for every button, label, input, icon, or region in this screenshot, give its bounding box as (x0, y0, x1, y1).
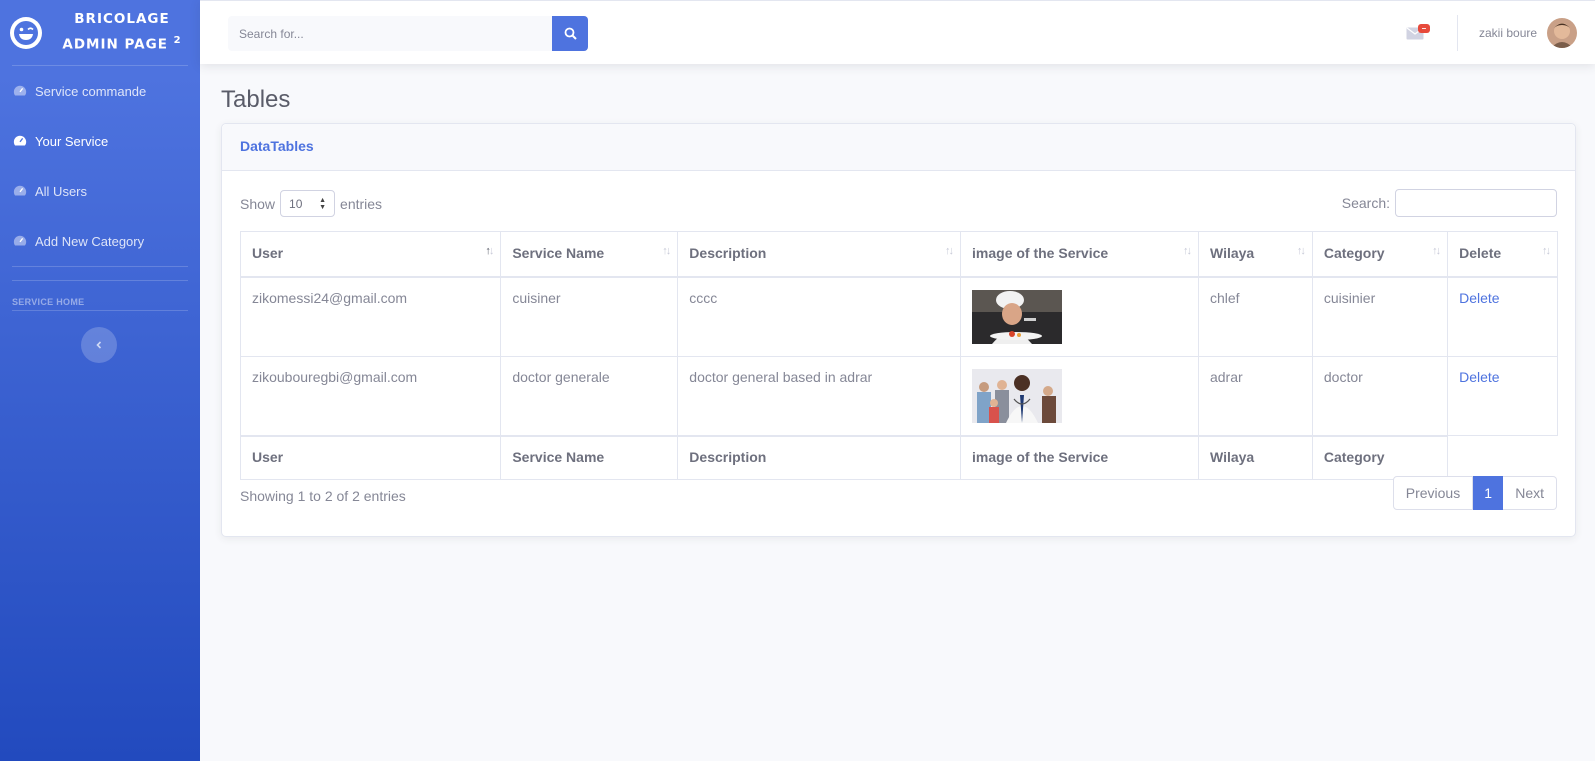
user-name[interactable]: zakii boure (1479, 26, 1537, 40)
sort-icon: ↑↓ (1296, 245, 1306, 257)
cell-wilaya: chlef (1197, 276, 1313, 357)
message-count-badge: – (1418, 24, 1430, 33)
sidebar-item-label: All Users (35, 183, 88, 199)
table-search-control: Search: (1342, 189, 1557, 217)
page-title: Tables (221, 86, 291, 113)
sort-icon: ↑↓ (1542, 245, 1551, 257)
sidebar-item-add-new-category[interactable]: Add New Category (0, 216, 200, 266)
tachometer-icon (13, 135, 27, 146)
sidebar-item-service-commande[interactable]: Service commande (0, 66, 200, 116)
column-header-image[interactable]: image of the Service ↑↓ (960, 231, 1199, 278)
avatar[interactable] (1547, 18, 1577, 48)
cell-wilaya: adrar (1197, 355, 1313, 436)
footer-empty (1447, 435, 1558, 480)
sidebar-heading: SERVICE HOME (12, 297, 85, 307)
cell-delete: Delete (1447, 276, 1558, 357)
card-title: DataTables (240, 138, 314, 154)
tachometer-icon (13, 235, 27, 246)
sort-icon: ↑↓ (662, 245, 671, 257)
sidebar-item-your-service[interactable]: Your Service (0, 116, 200, 166)
sort-icon: ↑↓ (1432, 245, 1441, 257)
footer-service-name: Service Name (500, 434, 679, 480)
footer-category: Category (1311, 434, 1449, 480)
brand[interactable]: BRICOLAGE ADMIN PAGE 2 (0, 0, 200, 65)
entries-select-value: 10 (289, 196, 303, 211)
tachometer-icon (13, 85, 27, 96)
sort-icon: ↑↓ (945, 245, 954, 257)
table-footer-row: User Service Name Description image of t… (239, 434, 1558, 480)
sidebar: BRICOLAGE ADMIN PAGE 2 Service commande … (0, 0, 200, 761)
table-header-row: User ↑↓ Service Name ↑↓ Description ↑↓ imag… (239, 231, 1558, 278)
cell-user: zikoubouregbi@gmail.com (239, 355, 502, 436)
footer-image: image of the Service (960, 434, 1199, 480)
previous-page-button[interactable]: Previous (1392, 476, 1474, 510)
brand-line2: ADMIN PAGE (62, 36, 168, 53)
sidebar-toggle-button[interactable] (81, 327, 117, 363)
select-arrows-icon: ▲ ▼ (319, 197, 327, 211)
cell-service-name: doctor generale (500, 355, 679, 436)
entries-length-control: Show 10 ▲ ▼ entries (240, 190, 382, 217)
sidebar-item-all-users[interactable]: All Users (0, 166, 200, 216)
column-header-user[interactable]: User ↑↓ (239, 231, 502, 278)
column-header-delete[interactable]: Delete ↑↓ (1447, 231, 1558, 278)
sidebar-divider (12, 310, 188, 311)
sort-icon: ↑↓ (485, 245, 494, 257)
table-search-input[interactable] (1395, 189, 1557, 217)
cell-image (960, 276, 1199, 357)
table-row: zikoubouregbi@gmail.com doctor generale … (239, 355, 1558, 436)
entries-select[interactable]: 10 ▲ ▼ (280, 190, 336, 217)
cell-service-name: cuisiner (500, 276, 679, 357)
sort-icon: ↑↓ (1182, 245, 1192, 257)
messages-dropdown[interactable]: – (1406, 24, 1432, 43)
column-header-service-name[interactable]: Service Name ↑↓ (500, 231, 679, 278)
topbar: – zakii boure (200, 0, 1595, 64)
column-header-category[interactable]: Category ↑↓ (1311, 231, 1449, 278)
entries-label: entries (340, 195, 383, 212)
cell-description: doctor general based in adrar (677, 355, 962, 436)
delete-link[interactable]: Delete (1459, 369, 1499, 385)
card-header: DataTables (222, 124, 1575, 171)
datatable-card: DataTables Show 10 ▲ ▼ entries Search: Us… (221, 123, 1576, 537)
pagination: Previous 1 Next (1392, 476, 1557, 510)
footer-user: User (239, 434, 502, 480)
next-page-button[interactable]: Next (1503, 476, 1557, 510)
column-header-description[interactable]: Description ↑↓ (677, 231, 962, 278)
footer-wilaya: Wilaya (1197, 434, 1313, 480)
table-search-label: Search: (1341, 195, 1390, 211)
brand-line1: BRICOLAGE (74, 11, 170, 28)
show-label: Show (240, 195, 276, 212)
service-image (972, 289, 1063, 344)
column-header-wilaya[interactable]: Wilaya ↑↓ (1197, 231, 1313, 278)
sidebar-item-label: Service commande (35, 83, 147, 99)
delete-link[interactable]: Delete (1459, 290, 1499, 306)
sidebar-item-label: Add New Category (35, 233, 145, 249)
cell-category: cuisinier (1311, 276, 1449, 357)
laugh-wink-icon (10, 16, 42, 49)
brand-sup: 2 (173, 35, 182, 47)
search-button[interactable] (552, 16, 588, 51)
tachometer-icon (13, 185, 27, 196)
cell-delete: Delete (1447, 355, 1558, 436)
sidebar-item-label: Your Service (35, 133, 109, 149)
service-image (972, 368, 1063, 423)
cell-description: cccc (677, 276, 962, 357)
footer-description: Description (677, 434, 962, 480)
cell-user: zikomessi24@gmail.com (239, 276, 502, 357)
chevron-left-icon (96, 341, 102, 349)
table-row: zikomessi24@gmail.com cuisiner cccc chle… (239, 276, 1558, 357)
topbar-search (228, 16, 588, 51)
table-info: Showing 1 to 2 of 2 entries (240, 488, 406, 504)
search-input[interactable] (228, 16, 552, 51)
sidebar-divider (12, 266, 188, 267)
data-table: User ↑↓ Service Name ↑↓ Description ↑↓ imag… (239, 231, 1558, 480)
page-1-button[interactable]: 1 (1473, 476, 1504, 510)
cell-image (960, 355, 1199, 436)
topbar-divider (1457, 15, 1458, 51)
cell-category: doctor (1311, 355, 1449, 436)
search-icon (564, 27, 577, 40)
